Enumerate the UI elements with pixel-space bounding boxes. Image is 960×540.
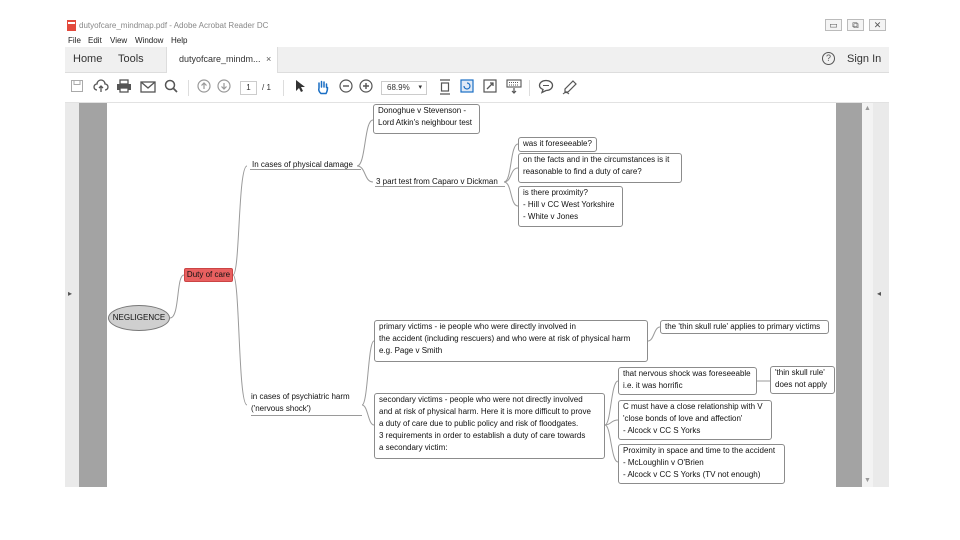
node-text-line: ('nervous shock') [251, 404, 311, 413]
node-text-line: - Alcock v CC S Yorks [623, 426, 701, 435]
node-text-line: e.g. Page v Smith [379, 346, 443, 355]
node-text-line: C must have a close relationship with V [623, 402, 763, 411]
node-text-line: Lord Atkin's neighbour test [378, 118, 473, 127]
node-thin-skull-secondary: 'thin skull rule' does not apply [770, 366, 835, 394]
node-foreseeable: was it foreseeable? [518, 137, 597, 152]
node-text-line: primary victims - ie people who were dir… [379, 322, 576, 331]
node-text-line: a duty of care due to public policy and … [379, 419, 579, 428]
node-nervous-shock-foreseeable: that nervous shock was foreseeable i.e. … [618, 367, 757, 395]
node-text-line: i.e. it was horrific [623, 381, 683, 390]
mindmap-connectors [169, 119, 770, 463]
node-duty-of-care: Duty of care [184, 268, 233, 282]
node-text-line: - McLoughlin v O'Brien [623, 458, 704, 467]
node-text-line: Donoghue v Stevenson - [378, 106, 467, 115]
node-text-line: a secondary victim: [379, 443, 448, 452]
node-text-line: 'close bonds of love and affection' [623, 414, 743, 423]
node-secondary-victims: secondary victims - people who were not … [374, 393, 605, 459]
node-text-line: that nervous shock was foreseeable [623, 369, 751, 378]
node-text-line: - Alcock v CC S Yorks (TV not enough) [623, 470, 761, 479]
node-text-line: on the facts and in the circumstances is… [523, 155, 670, 164]
node-primary-victims: primary victims - ie people who were dir… [374, 320, 648, 362]
node-thin-skull-primary: the 'thin skull rule' applies to primary… [660, 320, 829, 334]
node-text-line: does not apply [775, 380, 828, 389]
node-physical-damage: In cases of physical damage [250, 160, 361, 170]
node-text-line: - White v Jones [523, 212, 579, 221]
node-text-line: Proximity in space and time to the accid… [623, 446, 776, 455]
node-text-line: the accident (including rescuers) and wh… [379, 334, 631, 343]
node-text-line: is there proximity? [523, 188, 588, 197]
node-text-line: secondary victims - people who were not … [379, 395, 583, 404]
node-text-line: and at risk of physical harm. Here it is… [379, 407, 591, 416]
node-text-line: 3 requirements in order to establish a d… [379, 431, 586, 440]
node-text-line: - Hill v CC West Yorkshire [523, 200, 615, 209]
node-text-line: reasonable to find a duty of care? [523, 167, 642, 176]
root-node-negligence: NEGLIGENCE [108, 305, 170, 331]
node-donoghue: Donoghue v Stevenson - Lord Atkin's neig… [373, 104, 480, 134]
node-text-line: 'thin skull rule' [775, 368, 825, 377]
node-close-relationship: C must have a close relationship with V … [618, 400, 772, 440]
node-text-line: in cases of psychiatric harm [251, 392, 350, 401]
node-caparo: 3 part test from Caparo v Dickman [375, 177, 505, 187]
node-proximity: is there proximity? - Hill v CC West Yor… [518, 186, 623, 227]
node-proximity-space-time: Proximity in space and time to the accid… [618, 444, 785, 484]
node-reasonable: on the facts and in the circumstances is… [518, 153, 682, 183]
node-psychiatric-harm: in cases of psychiatric harm ('nervous s… [251, 391, 362, 416]
